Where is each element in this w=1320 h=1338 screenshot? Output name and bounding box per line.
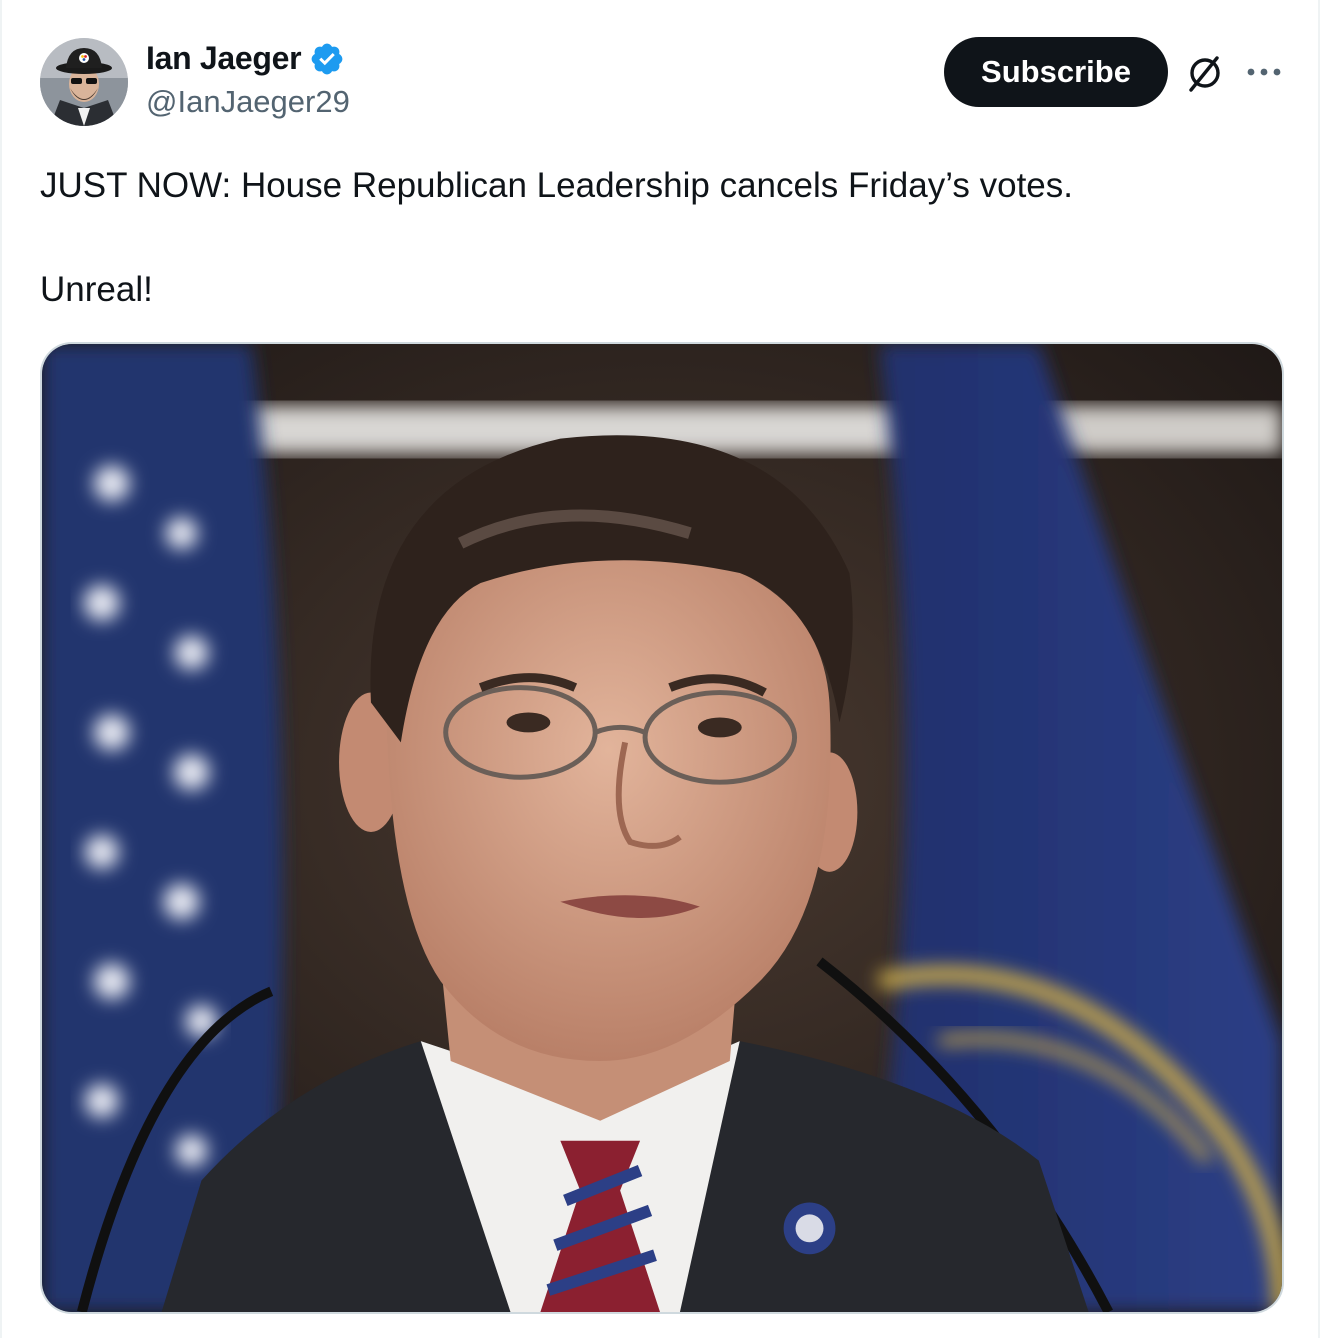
tweet-text-line-1: JUST NOW: House Republican Leadership ca…: [40, 166, 1073, 205]
photo-image: [42, 344, 1282, 1312]
verified-badge-icon[interactable]: [309, 41, 345, 77]
avatar[interactable]: [40, 38, 128, 126]
author-name-row[interactable]: Ian Jaeger: [146, 40, 345, 77]
tweet-photo[interactable]: [40, 342, 1284, 1314]
tweet-card: Ian Jaeger @IanJaeger29 Subscribe JUST N…: [0, 0, 1320, 1338]
more-icon[interactable]: [1246, 58, 1282, 86]
tweet-text: JUST NOW: House Republican Leadership ca…: [40, 160, 1280, 316]
author-handle[interactable]: @IanJaeger29: [146, 84, 350, 120]
tweet-text-line-2: Unreal!: [40, 270, 153, 309]
author-display-name[interactable]: Ian Jaeger: [146, 40, 302, 77]
subscribe-button[interactable]: Subscribe: [944, 37, 1168, 107]
avatar-image: [40, 38, 128, 126]
grok-icon[interactable]: [1184, 52, 1226, 94]
